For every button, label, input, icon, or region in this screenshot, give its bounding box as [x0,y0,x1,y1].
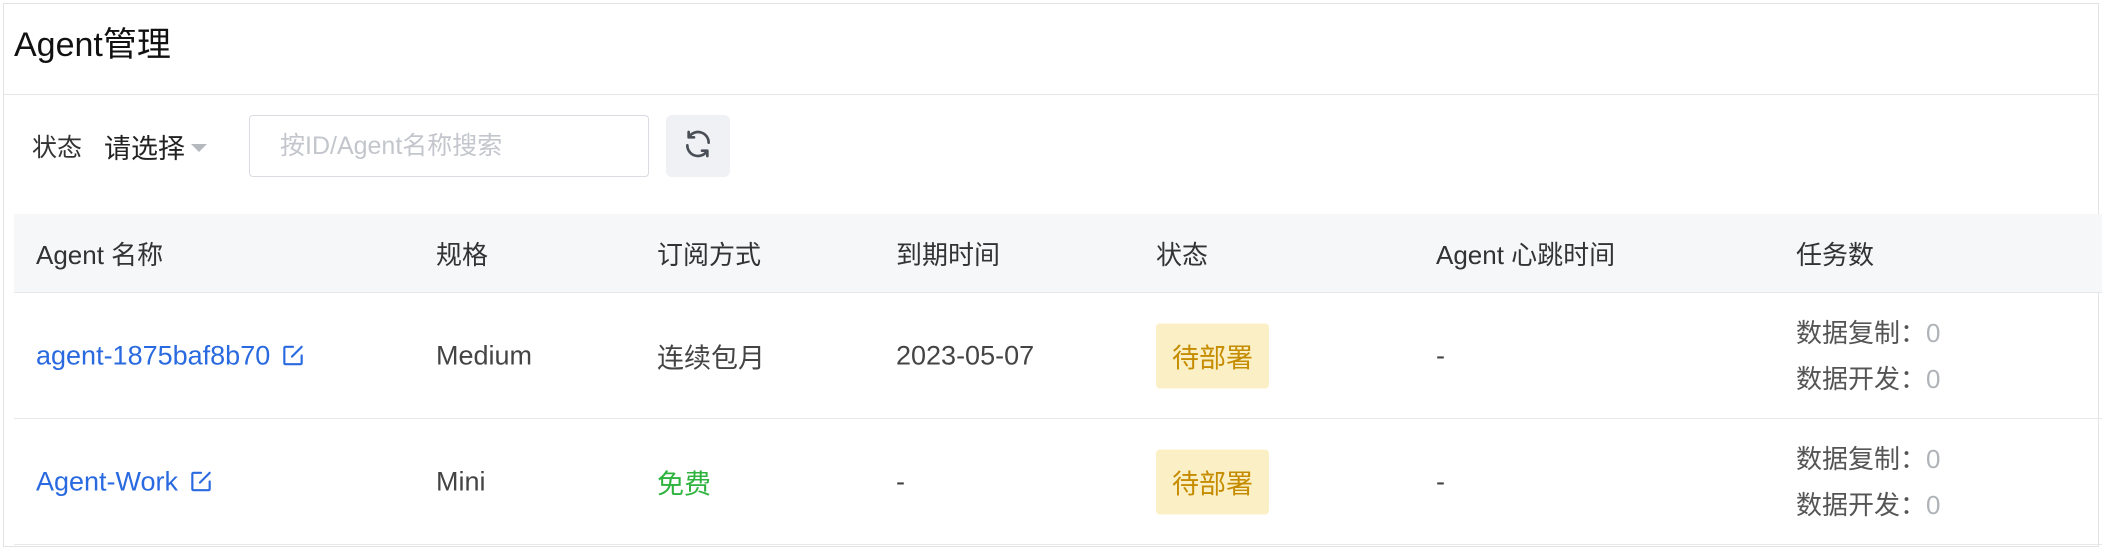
status-badge: 待部署 [1156,323,1269,388]
page-header: Agent管理 [4,4,2098,95]
status-cell: 待部署 [1156,449,1269,514]
agent-name-cell: Agent-Work [36,466,214,497]
task-copy-line: 数据复制：0 [1796,436,1940,482]
column-header-name: Agent 名称 [36,239,164,270]
agent-name-link[interactable]: Agent-Work [36,466,214,497]
agent-name-text: agent-1875baf8b70 [36,340,271,370]
refresh-icon [682,128,714,165]
status-badge: 待部署 [1156,449,1269,514]
heartbeat-cell: - [1436,340,1445,370]
status-select-value: 请选择 [104,133,185,164]
subscription-cell: 免费 [657,469,711,499]
task-copy-line: 数据复制：0 [1796,310,1940,356]
caret-down-icon [191,144,207,152]
status-filter-label: 状态 [32,134,83,162]
task-copy-label: 数据复制： [1796,443,1927,474]
agent-name-text: Agent-Work [36,466,179,496]
refresh-button[interactable] [666,115,730,177]
agent-table: Agent 名称 规格 订阅方式 到期时间 状态 Agent 心跳时间 任务数 … [14,214,2102,545]
task-copy-count: 0 [1926,317,1941,348]
table-row: Agent-Work Mini 免费 - 待部署 - 数据复制：0 数据开发：0 [14,419,2102,545]
expiry-cell: 2023-05-07 [896,340,1035,370]
task-dev-count: 0 [1926,363,1941,394]
filter-toolbar: 状态 请选择 [4,115,2098,177]
agent-management-panel: Agent管理 状态 请选择 Agent 名称 规格 订阅方式 到期时间 [3,3,2102,547]
table-row: agent-1875baf8b70 Medium 连续包月 2023-05-07… [14,293,2102,419]
column-header-subscription: 订阅方式 [657,239,762,270]
task-copy-count: 0 [1926,443,1941,474]
task-dev-label: 数据开发： [1796,489,1927,520]
column-header-heartbeat: Agent 心跳时间 [1436,239,1616,270]
column-header-tasks: 任务数 [1796,239,1875,270]
task-dev-count: 0 [1926,489,1941,520]
edit-icon[interactable] [188,469,214,495]
tasks-cell: 数据复制：0 数据开发：0 [1796,436,1940,528]
column-header-spec: 规格 [436,239,489,270]
spec-cell: Medium [436,340,533,370]
task-dev-line: 数据开发：0 [1796,356,1940,402]
status-filter-select[interactable]: 请选择 [104,127,207,166]
table-header: Agent 名称 规格 订阅方式 到期时间 状态 Agent 心跳时间 任务数 [14,214,2102,293]
agent-name-link[interactable]: agent-1875baf8b70 [36,340,306,371]
task-dev-label: 数据开发： [1796,363,1927,394]
column-header-expiry: 到期时间 [896,239,1001,270]
expiry-cell: - [896,466,905,496]
subscription-cell: 连续包月 [657,343,765,373]
spec-cell: Mini [436,466,486,496]
heartbeat-cell: - [1436,466,1445,496]
edit-icon[interactable] [280,343,306,369]
task-copy-label: 数据复制： [1796,317,1927,348]
column-header-status: 状态 [1156,239,1209,270]
status-cell: 待部署 [1156,323,1269,388]
task-dev-line: 数据开发：0 [1796,482,1940,528]
agent-name-cell: agent-1875baf8b70 [36,340,306,371]
tasks-cell: 数据复制：0 数据开发：0 [1796,310,1940,402]
page-title: Agent管理 [14,25,171,64]
search-input[interactable] [249,115,649,177]
